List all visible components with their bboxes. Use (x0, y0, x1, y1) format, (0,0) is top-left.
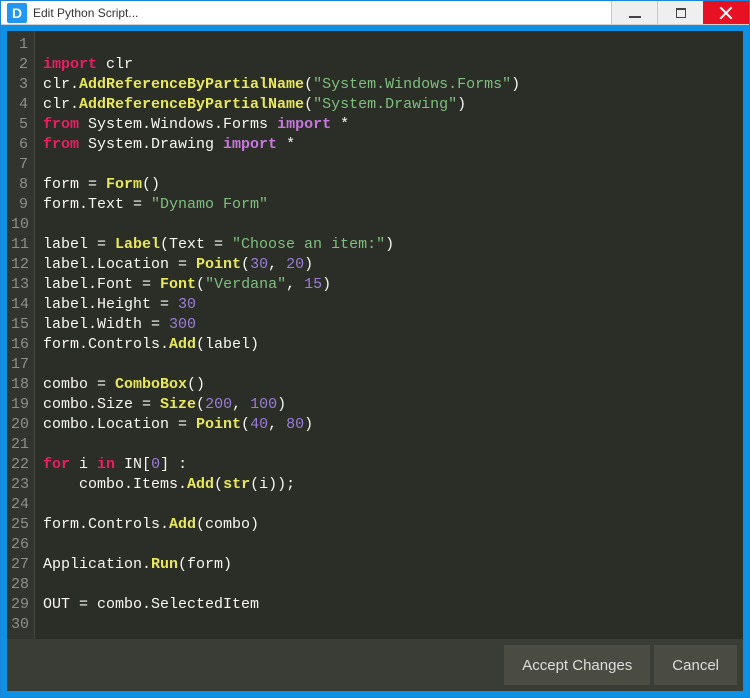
window-frame: D Edit Python Script... 1 2 3 4 5 6 7 8 … (0, 0, 750, 698)
minimize-button[interactable] (611, 1, 657, 24)
line-number-gutter: 1 2 3 4 5 6 7 8 9 10 11 12 13 14 15 16 1… (7, 31, 35, 639)
title-bar[interactable]: D Edit Python Script... (1, 1, 749, 25)
code-area[interactable]: import clr clr.AddReferenceByPartialName… (35, 31, 743, 639)
cancel-button[interactable]: Cancel (654, 645, 737, 685)
accept-changes-button[interactable]: Accept Changes (504, 645, 650, 685)
window-title: Edit Python Script... (33, 6, 611, 20)
close-icon (719, 6, 733, 20)
code-editor[interactable]: 1 2 3 4 5 6 7 8 9 10 11 12 13 14 15 16 1… (7, 31, 743, 639)
close-button[interactable] (703, 1, 749, 24)
maximize-button[interactable] (657, 1, 703, 24)
window-controls (611, 1, 749, 24)
app-icon: D (7, 3, 27, 23)
minimize-icon (629, 8, 641, 18)
client-area: 1 2 3 4 5 6 7 8 9 10 11 12 13 14 15 16 1… (1, 25, 749, 697)
maximize-icon (676, 8, 686, 18)
dialog-footer: Accept Changes Cancel (7, 639, 743, 691)
